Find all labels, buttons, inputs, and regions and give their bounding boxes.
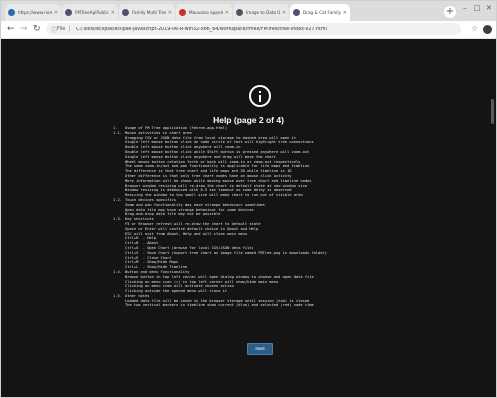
tab-5-active[interactable]: Drag & Cat Family Trees ✕ xyxy=(290,4,350,21)
favicon-icon xyxy=(236,9,243,16)
close-window-button[interactable]: ✕ xyxy=(486,4,492,12)
info-icon xyxy=(249,85,271,107)
favicon-icon xyxy=(65,9,72,16)
favicon-icon xyxy=(122,9,129,16)
favicon-icon xyxy=(293,9,300,16)
tab-title: FMTreeApiPublic.jpg (897×... xyxy=(75,10,109,15)
close-tab-icon[interactable]: ✕ xyxy=(168,10,172,16)
tab-title: Drag & Cat Family Trees xyxy=(303,10,341,15)
tab-title: Mauvaise appelée: serveur... xyxy=(189,10,223,15)
tab-2[interactable]: Family Multi Tree Application... ✕ xyxy=(119,4,175,21)
tab-1[interactable]: FMTreeApiPublic.jpg (897×... ✕ xyxy=(62,4,118,21)
favicon-icon xyxy=(179,9,186,16)
tab-3[interactable]: Mauvaise appelée: serveur... ✕ xyxy=(176,4,232,21)
close-tab-icon[interactable]: ✕ xyxy=(54,10,58,16)
tab-title: Family Multi Tree Application... xyxy=(132,10,166,15)
browser-window: https://www.nomny.net/... ✕ FMTreeApiPub… xyxy=(0,0,497,398)
url-text[interactable]: C:/Tools/eclipse/eclipse-javascript-2019… xyxy=(76,27,327,32)
close-tab-icon[interactable]: ✕ xyxy=(225,10,229,16)
tab-title: Image to Data URL Conver... xyxy=(246,10,280,15)
help-title: Help (page 2 of 4) xyxy=(213,115,284,125)
browser-toolbar: ← → ↻ ⓘ File | C:/Tools/eclipse/eclipse-… xyxy=(1,21,496,39)
reload-button[interactable]: ↻ xyxy=(33,24,41,34)
separator: | xyxy=(68,26,71,32)
scheme-label: File xyxy=(57,26,66,32)
help-line: The two vertical markers in timeline sho… xyxy=(113,303,443,308)
help-line-number xyxy=(113,303,125,308)
favicon-icon xyxy=(8,9,15,16)
help-content: 1. Usage of FM Tree application (fmtree-a… xyxy=(113,126,443,308)
tab-4[interactable]: Image to Data URL Conver... ✕ xyxy=(233,4,289,21)
close-tab-icon[interactable]: ✕ xyxy=(343,10,347,16)
minimize-button[interactable]: – xyxy=(463,4,467,12)
tab-strip: https://www.nomny.net/... ✕ FMTreeApiPub… xyxy=(1,1,496,21)
close-tab-icon[interactable]: ✕ xyxy=(282,10,286,16)
tab-0[interactable]: https://www.nomny.net/... ✕ xyxy=(5,4,61,21)
tab-title: https://www.nomny.net/... xyxy=(18,10,52,15)
forward-button[interactable]: → xyxy=(20,24,28,34)
back-button[interactable]: ← xyxy=(7,24,15,34)
profile-avatar[interactable] xyxy=(483,25,492,34)
next-button[interactable]: Next xyxy=(247,343,273,355)
maximize-button[interactable]: □ xyxy=(474,4,481,12)
new-tab-button[interactable]: + xyxy=(444,6,456,18)
help-line-text: The two vertical markers in timeline sho… xyxy=(125,303,314,308)
bookmark-star-icon[interactable]: ☆ xyxy=(471,24,478,33)
close-tab-icon[interactable]: ✕ xyxy=(111,10,115,16)
address-bar[interactable]: ⓘ File | C:/Tools/eclipse/eclipse-javasc… xyxy=(46,23,461,35)
